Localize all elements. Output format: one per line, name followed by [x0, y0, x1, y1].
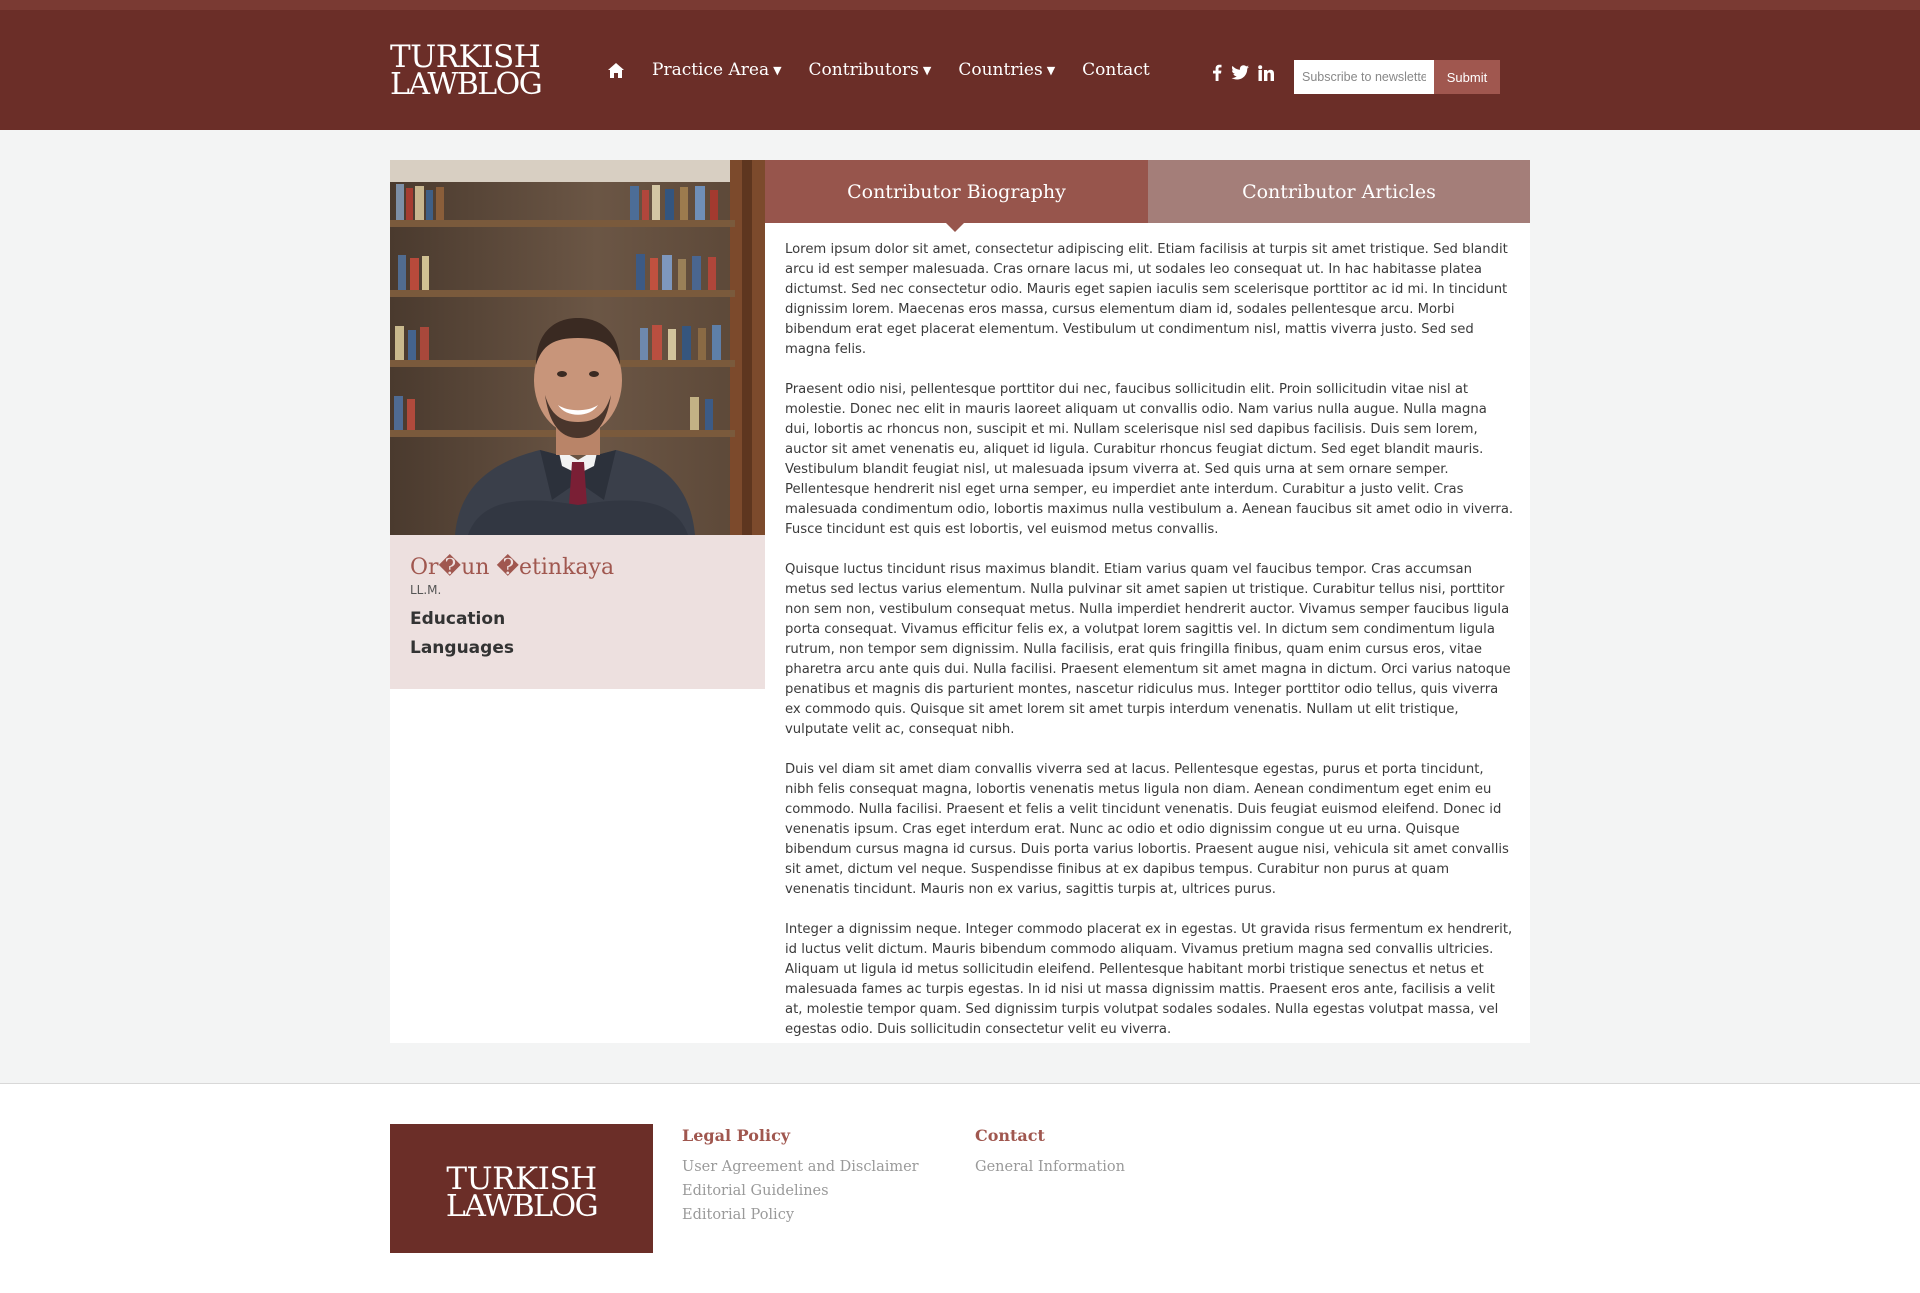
contributor-photo: [390, 160, 765, 535]
nav-practice-area[interactable]: Practice Area ▼: [652, 60, 782, 80]
nav-contributors-label: Contributors: [808, 60, 919, 80]
biography-content: Lorem ipsum dolor sit amet, consectetur …: [785, 240, 1515, 1060]
bio-paragraph: Duis vel diam sit amet diam convallis vi…: [785, 762, 1509, 897]
nav-contact[interactable]: Contact: [1082, 60, 1150, 80]
education-link[interactable]: Education: [410, 609, 505, 629]
nav-contributors[interactable]: Contributors ▼: [809, 60, 932, 80]
contributor-tabs: Contributor Biography Contributor Articl…: [765, 160, 1530, 232]
footer-logo[interactable]: TURKISH LAWBLOG: [390, 1124, 653, 1253]
contributor-panel: Or�un �etinkaya LL.M. Education Language…: [390, 160, 1530, 1043]
tab-contributor-biography[interactable]: Contributor Biography: [765, 160, 1148, 232]
contributor-profile-card: Or�un �etinkaya LL.M. Education Language…: [390, 535, 765, 689]
footer-logo-line-2: LAWBLOG: [445, 1189, 599, 1224]
site-header: TURKISH LAWBLOG Practice Area ▼ Contribu…: [0, 10, 1920, 130]
footer-link-editorial-guidelines[interactable]: Editorial Guidelines: [682, 1179, 919, 1203]
logo-line-2: LAWBLOG: [390, 67, 543, 102]
footer-legal-column: Legal Policy User Agreement and Disclaim…: [682, 1126, 919, 1227]
nav-contact-label: Contact: [1082, 60, 1150, 80]
languages-link[interactable]: Languages: [410, 638, 514, 658]
bio-paragraph: Integer a dignissim neque. Integer commo…: [785, 922, 1513, 1037]
nav-countries-label: Countries: [958, 60, 1043, 80]
bio-paragraph: Lorem ipsum dolor sit amet, consectetur …: [785, 242, 1508, 357]
social-links: [1212, 64, 1283, 81]
caret-down-icon: ▼: [773, 63, 782, 77]
main-nav: Practice Area ▼ Contributors ▼ Countries…: [608, 54, 1177, 86]
footer-link-user-agreement[interactable]: User Agreement and Disclaimer: [682, 1155, 919, 1179]
footer-contact-heading: Contact: [975, 1126, 1045, 1145]
active-tab-pointer: [946, 223, 964, 232]
footer-link-general-information[interactable]: General Information: [975, 1155, 1125, 1179]
caret-down-icon: ▼: [1046, 63, 1056, 77]
home-icon[interactable]: [608, 59, 630, 81]
footer-legal-heading: Legal Policy: [682, 1126, 791, 1145]
contributor-name: Or�un �etinkaya: [410, 555, 615, 580]
site-logo[interactable]: TURKISH LAWBLOG: [390, 42, 543, 102]
newsletter-submit-button[interactable]: Submit: [1434, 60, 1500, 94]
twitter-icon[interactable]: [1231, 65, 1249, 80]
bio-paragraph: Praesent odio nisi, pellentesque porttit…: [785, 382, 1514, 537]
nav-practice-area-label: Practice Area: [652, 60, 770, 80]
newsletter-form: Submit: [1294, 60, 1500, 94]
caret-down-icon: ▼: [922, 63, 932, 77]
newsletter-email-input[interactable]: [1294, 60, 1434, 94]
linkedin-icon[interactable]: [1258, 64, 1274, 81]
footer-link-editorial-policy[interactable]: Editorial Policy: [682, 1203, 919, 1227]
tab-biography-label: Contributor Biography: [847, 180, 1066, 203]
nav-countries[interactable]: Countries ▼: [958, 60, 1055, 80]
bio-paragraph: Quisque luctus tincidunt risus maximus b…: [785, 562, 1511, 737]
footer-contact-column: Contact General Information: [975, 1126, 1125, 1179]
contributor-degree: LL.M.: [410, 583, 442, 597]
site-footer: TURKISH LAWBLOG Legal Policy User Agreem…: [0, 1084, 1920, 1293]
facebook-icon[interactable]: [1212, 64, 1222, 81]
tab-articles-label: Contributor Articles: [1242, 180, 1436, 203]
top-accent-bar: [0, 0, 1920, 10]
tab-contributor-articles[interactable]: Contributor Articles: [1148, 160, 1530, 223]
